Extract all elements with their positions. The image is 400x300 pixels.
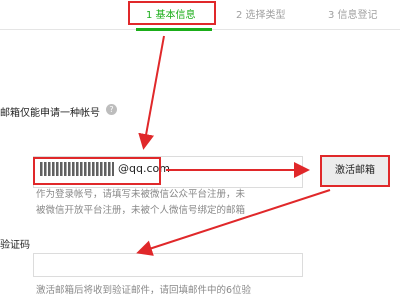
arrow-step-to-email bbox=[138, 35, 165, 150]
annotation-arrows bbox=[136, 35, 331, 256]
arrow-activate-to-code bbox=[136, 189, 331, 256]
